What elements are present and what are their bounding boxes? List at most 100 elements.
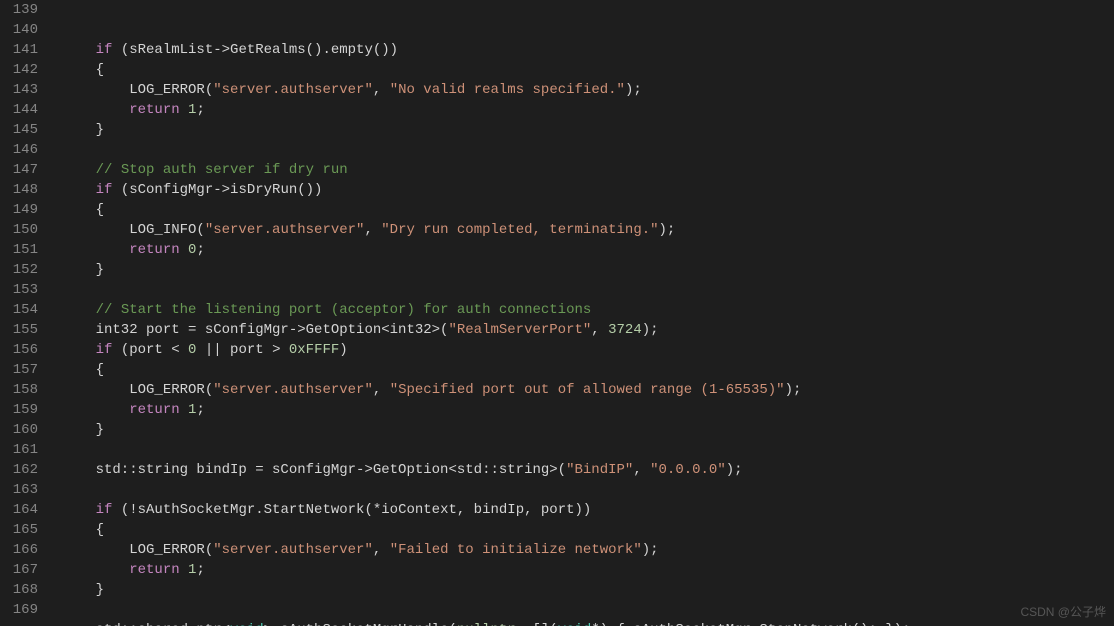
code-line[interactable]: // Start the listening port (acceptor) f… — [62, 300, 1114, 320]
token-plain: (sRealmList->GetRealms().empty()) — [112, 42, 398, 58]
token-num: 3724 — [608, 322, 642, 338]
token-plain: } — [62, 582, 104, 598]
token-plain: LOG_ERROR( — [62, 542, 213, 558]
code-line[interactable]: { — [62, 520, 1114, 540]
token-plain: ; — [196, 562, 204, 578]
code-line[interactable]: return 0; — [62, 240, 1114, 260]
code-line[interactable]: if (sConfigMgr->isDryRun()) — [62, 180, 1114, 200]
token-plain: (port < — [112, 342, 188, 358]
line-number: 166 — [0, 540, 48, 560]
code-line[interactable]: if (!sAuthSocketMgr.StartNetwork(*ioCont… — [62, 500, 1114, 520]
token-cmt: // Stop auth server if dry run — [96, 162, 348, 178]
token-plain: , — [373, 542, 390, 558]
code-editor[interactable]: 1391401411421431441451461471481491501511… — [0, 0, 1114, 626]
token-plain: LOG_ERROR( — [62, 82, 213, 98]
token-plain: std::shared_ptr< — [62, 622, 230, 626]
token-str: "Failed to initialize network" — [390, 542, 642, 558]
token-plain — [180, 102, 188, 118]
code-line[interactable]: { — [62, 360, 1114, 380]
token-str: "No valid realms specified." — [390, 82, 625, 98]
line-number: 146 — [0, 140, 48, 160]
code-line[interactable]: // Stop auth server if dry run — [62, 160, 1114, 180]
code-line[interactable] — [62, 140, 1114, 160]
token-str: "server.authserver" — [213, 542, 373, 558]
token-plain: } — [62, 262, 104, 278]
code-line[interactable]: LOG_ERROR("server.authserver", "Failed t… — [62, 540, 1114, 560]
token-plain — [62, 242, 129, 258]
line-number: 155 — [0, 320, 48, 340]
code-line[interactable]: { — [62, 200, 1114, 220]
line-number: 147 — [0, 160, 48, 180]
code-line[interactable]: return 1; — [62, 560, 1114, 580]
code-line[interactable]: return 1; — [62, 400, 1114, 420]
line-number: 161 — [0, 440, 48, 460]
token-kw: return — [129, 102, 179, 118]
token-plain — [180, 242, 188, 258]
token-plain: , — [373, 82, 390, 98]
line-number: 154 — [0, 300, 48, 320]
code-line[interactable]: LOG_ERROR("server.authserver", "No valid… — [62, 80, 1114, 100]
code-line[interactable]: LOG_ERROR("server.authserver", "Specifie… — [62, 380, 1114, 400]
code-line[interactable]: LOG_INFO("server.authserver", "Dry run c… — [62, 220, 1114, 240]
code-line[interactable] — [62, 280, 1114, 300]
code-line[interactable]: { — [62, 60, 1114, 80]
code-line[interactable]: } — [62, 420, 1114, 440]
code-line[interactable]: int32 port = sConfigMgr->GetOption<int32… — [62, 320, 1114, 340]
token-plain — [62, 102, 129, 118]
code-line[interactable]: } — [62, 580, 1114, 600]
code-line[interactable]: } — [62, 120, 1114, 140]
token-plain: , — [364, 222, 381, 238]
token-plain: ) — [339, 342, 347, 358]
line-number: 151 — [0, 240, 48, 260]
token-plain: { — [62, 362, 104, 378]
token-plain: , — [591, 322, 608, 338]
line-number-gutter: 1391401411421431441451461471481491501511… — [0, 0, 48, 626]
line-number: 169 — [0, 600, 48, 620]
line-number: 139 — [0, 0, 48, 20]
code-area[interactable]: if (sRealmList->GetRealms().empty()) { L… — [48, 0, 1114, 626]
token-plain — [62, 162, 96, 178]
token-plain: (sConfigMgr->isDryRun()) — [112, 182, 322, 198]
code-line[interactable]: if (port < 0 || port > 0xFFFF) — [62, 340, 1114, 360]
token-plain: ; — [196, 102, 204, 118]
line-number: 143 — [0, 80, 48, 100]
line-number: 152 — [0, 260, 48, 280]
token-plain: || port > — [196, 342, 288, 358]
token-plain: { — [62, 522, 104, 538]
token-num: 0xFFFF — [289, 342, 339, 358]
line-number: 144 — [0, 100, 48, 120]
token-plain: } — [62, 122, 104, 138]
token-plain: , — [633, 462, 650, 478]
token-plain: *) { sAuthSocketMgr.StopNetwork(); }); — [591, 622, 910, 626]
code-line[interactable] — [62, 600, 1114, 620]
line-number: 142 — [0, 60, 48, 80]
token-kw: if — [62, 182, 112, 198]
code-line[interactable]: std::string bindIp = sConfigMgr->GetOpti… — [62, 460, 1114, 480]
code-line[interactable]: return 1; — [62, 100, 1114, 120]
token-num: nullptr — [457, 622, 516, 626]
code-line[interactable]: std::shared_ptr<void> sAuthSocketMgrHand… — [62, 620, 1114, 626]
token-plain: (!sAuthSocketMgr.StartNetwork(*ioContext… — [112, 502, 591, 518]
token-plain — [62, 562, 129, 578]
token-plain: LOG_ERROR( — [62, 382, 213, 398]
line-number: 153 — [0, 280, 48, 300]
token-kw: if — [62, 342, 112, 358]
code-line[interactable]: } — [62, 260, 1114, 280]
token-plain — [180, 562, 188, 578]
line-number: 140 — [0, 20, 48, 40]
token-plain: ); — [642, 322, 659, 338]
line-number: 141 — [0, 40, 48, 60]
token-plain: { — [62, 62, 104, 78]
token-plain: , — [373, 382, 390, 398]
line-number: 160 — [0, 420, 48, 440]
token-plain: int32 port = sConfigMgr->GetOption<int32… — [62, 322, 448, 338]
line-number: 148 — [0, 180, 48, 200]
code-line[interactable] — [62, 480, 1114, 500]
line-number: 167 — [0, 560, 48, 580]
line-number: 162 — [0, 460, 48, 480]
token-plain: ); — [659, 222, 676, 238]
token-str: "0.0.0.0" — [650, 462, 726, 478]
code-line[interactable] — [62, 440, 1114, 460]
code-line[interactable]: if (sRealmList->GetRealms().empty()) — [62, 40, 1114, 60]
line-number: 163 — [0, 480, 48, 500]
